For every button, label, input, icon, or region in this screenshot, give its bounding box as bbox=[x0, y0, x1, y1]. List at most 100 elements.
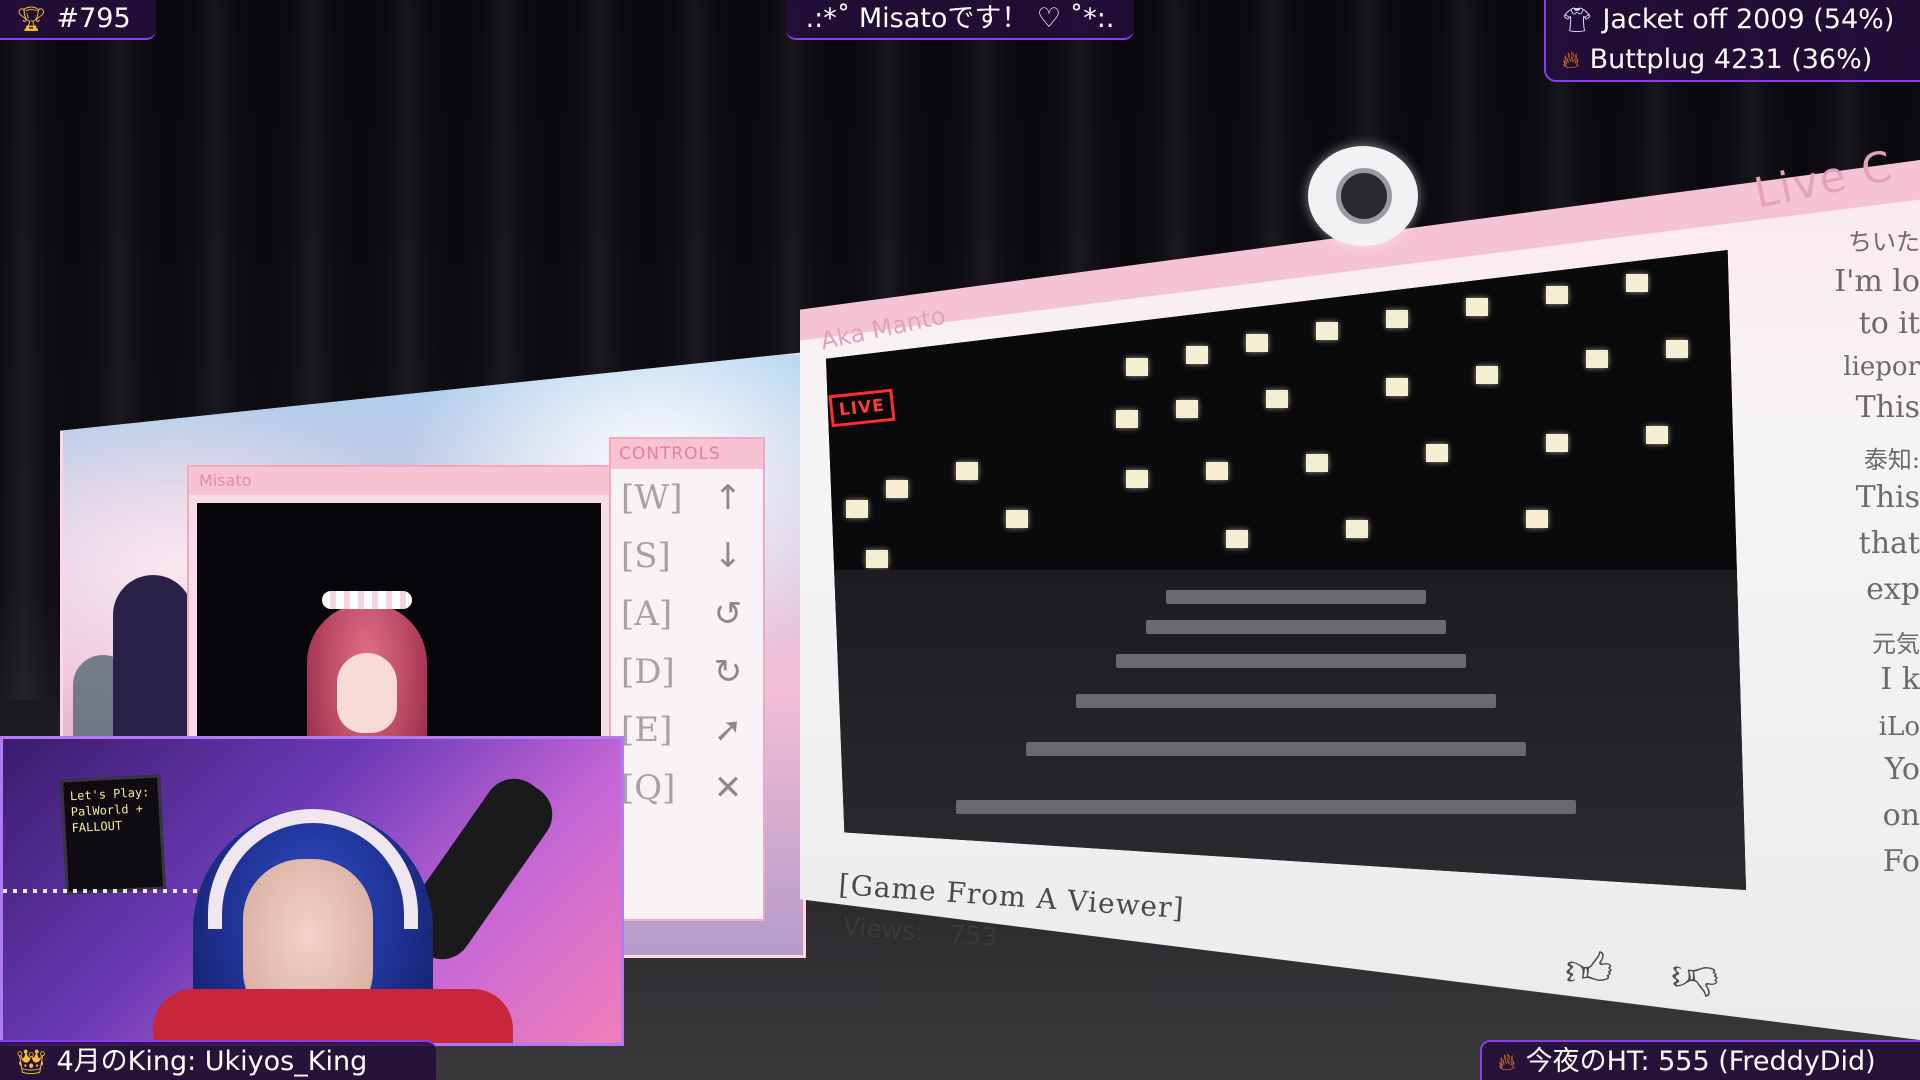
lit-window bbox=[1206, 462, 1228, 480]
chat-line: This bbox=[1855, 480, 1920, 515]
string-lights bbox=[3, 889, 203, 893]
live-badge: LIVE bbox=[828, 388, 896, 428]
high-tip-text: 今夜のHT: 555 (FreddyDid) bbox=[1525, 1046, 1876, 1077]
lit-window bbox=[1426, 444, 1448, 462]
control-key: [W] bbox=[621, 478, 683, 518]
lit-window bbox=[1186, 346, 1208, 364]
lit-window bbox=[1246, 334, 1268, 352]
lit-window bbox=[1226, 530, 1248, 548]
streamer-shirt bbox=[153, 989, 513, 1043]
control-key: [E] bbox=[621, 710, 673, 750]
cursor-icon: ➚ bbox=[713, 710, 743, 750]
chat-line: I'm lo bbox=[1834, 264, 1920, 299]
crosswalk-stripe bbox=[956, 800, 1576, 814]
stream-title-banner: .:*˚ Misatoです！ ♡ ˚*:. bbox=[786, 0, 1134, 40]
crosswalk-stripe bbox=[1026, 742, 1526, 756]
streamer-webcam: Let's Play: PalWorld + FALLOUT bbox=[0, 736, 624, 1046]
lit-window bbox=[1266, 390, 1288, 408]
controls-panel: CONTROLS [W] ↑ [S] ↓ [A] ↺ [D] ↻ [E] ➚ [… bbox=[609, 437, 765, 921]
lit-window bbox=[1386, 378, 1408, 396]
lit-window bbox=[1126, 470, 1148, 488]
monthly-king-banner: 👑︎ 4月のKing: Ukiyos_King bbox=[0, 1040, 436, 1080]
chat-line: 元気 bbox=[1872, 630, 1920, 658]
lit-window bbox=[1306, 454, 1328, 472]
control-key: [A] bbox=[621, 594, 673, 634]
avatar-face bbox=[337, 653, 397, 733]
lit-window bbox=[1646, 426, 1668, 444]
chat-line: I k bbox=[1880, 662, 1920, 697]
jacket-icon: 👚︎ bbox=[1562, 6, 1593, 34]
lit-window bbox=[1116, 410, 1138, 428]
lit-window bbox=[1586, 350, 1608, 368]
chat-line: to it bbox=[1858, 306, 1920, 341]
crosswalk-stripe bbox=[1116, 654, 1466, 668]
arrow-down-icon: ↓ bbox=[713, 536, 743, 576]
fire-icon: 🔥︎ bbox=[1562, 46, 1580, 74]
goal-text: Jacket off 2009 (54%) bbox=[1602, 4, 1895, 35]
lit-window bbox=[1126, 358, 1148, 376]
views-label: Views: bbox=[841, 912, 925, 947]
control-key: [Q] bbox=[621, 768, 676, 808]
chat-line: liepor bbox=[1843, 352, 1920, 382]
thumbs-up-icon: 👍︎ bbox=[1564, 942, 1614, 996]
lit-window bbox=[846, 500, 868, 518]
lit-window bbox=[1526, 510, 1548, 528]
live-chat-panel[interactable]: ちいた I'm lo to it liepor This 泰知: This th… bbox=[1748, 200, 1920, 1000]
chat-line: This bbox=[1855, 390, 1920, 425]
goal-row: 👚︎ Jacket off 2009 (54%) bbox=[1562, 0, 1920, 40]
lit-window bbox=[1546, 286, 1568, 304]
thumbs-down-icon: 👍︎ bbox=[1670, 952, 1720, 1006]
lets-play-chalkboard: Let's Play: PalWorld + FALLOUT bbox=[60, 774, 166, 895]
crosswalk-stripe bbox=[1166, 590, 1426, 604]
tip-goals-panel: 👚︎ Jacket off 2009 (54%) 🔥︎ Buttplug 4231 … bbox=[1544, 0, 1920, 82]
lit-window bbox=[1666, 340, 1688, 358]
lit-window bbox=[1176, 400, 1198, 418]
game-virtual-monitor: Aka Manto Live C [Game From A Viewer] Vi… bbox=[800, 141, 1920, 1040]
thumbs-up-button[interactable]: 👍︎ bbox=[1560, 940, 1618, 998]
thumbs-down-button[interactable]: 👍︎ bbox=[1666, 950, 1724, 1008]
vr-camera-orb[interactable] bbox=[1308, 146, 1418, 246]
arrow-up-icon: ↑ bbox=[713, 478, 743, 518]
game-viewport[interactable] bbox=[826, 250, 1746, 890]
views-count: 753 bbox=[948, 919, 999, 952]
avatar-window-title: Misato bbox=[189, 467, 609, 495]
lit-window bbox=[1626, 274, 1648, 292]
chat-line: exp bbox=[1866, 572, 1920, 607]
fire-icon: 🔥︎ bbox=[1498, 1048, 1516, 1076]
control-row-interact[interactable]: [E] ➚ bbox=[611, 701, 763, 759]
lit-window bbox=[1476, 366, 1498, 384]
crosswalk-stripe bbox=[1076, 694, 1496, 708]
chat-line: Fo bbox=[1882, 844, 1920, 879]
goal-text: Buttplug 4231 (36%) bbox=[1589, 44, 1873, 75]
chat-line: Yo bbox=[1884, 752, 1920, 787]
rank-text: #795 bbox=[56, 3, 131, 34]
stream-title: .:*˚ Misatoです！ ♡ ˚*:. bbox=[805, 3, 1115, 34]
control-key: [S] bbox=[621, 536, 671, 576]
rotate-left-icon: ↺ bbox=[713, 594, 743, 634]
chat-line: on bbox=[1882, 798, 1920, 833]
chat-line: iLo bbox=[1878, 712, 1920, 742]
lit-window bbox=[1386, 310, 1408, 328]
crown-icon: 👑︎ bbox=[16, 1048, 47, 1076]
lit-window bbox=[1006, 510, 1028, 528]
chat-line: 泰知: bbox=[1863, 446, 1920, 474]
lit-window bbox=[1316, 322, 1338, 340]
lit-window bbox=[1546, 434, 1568, 452]
controls-title: CONTROLS bbox=[611, 439, 763, 469]
control-row-turn-right[interactable]: [D] ↻ bbox=[611, 643, 763, 701]
rank-badge: 🏆︎ #795 bbox=[0, 0, 156, 40]
control-row-back[interactable]: [S] ↓ bbox=[611, 527, 763, 585]
trophy-icon: 🏆︎ bbox=[16, 5, 47, 33]
chat-line: ちいた bbox=[1848, 228, 1920, 256]
control-row-quit[interactable]: [Q] ✕ bbox=[611, 759, 763, 817]
control-row-forward[interactable]: [W] ↑ bbox=[611, 469, 763, 527]
headset-icon bbox=[208, 809, 418, 929]
chat-line: that bbox=[1858, 526, 1920, 561]
close-icon: ✕ bbox=[713, 768, 743, 808]
control-row-turn-left[interactable]: [A] ↺ bbox=[611, 585, 763, 643]
avatar-flower-crown bbox=[322, 591, 412, 609]
lit-window bbox=[956, 462, 978, 480]
rotate-right-icon: ↻ bbox=[713, 652, 743, 692]
lit-window bbox=[886, 480, 908, 498]
goal-row: 🔥︎ Buttplug 4231 (36%) bbox=[1562, 40, 1920, 80]
